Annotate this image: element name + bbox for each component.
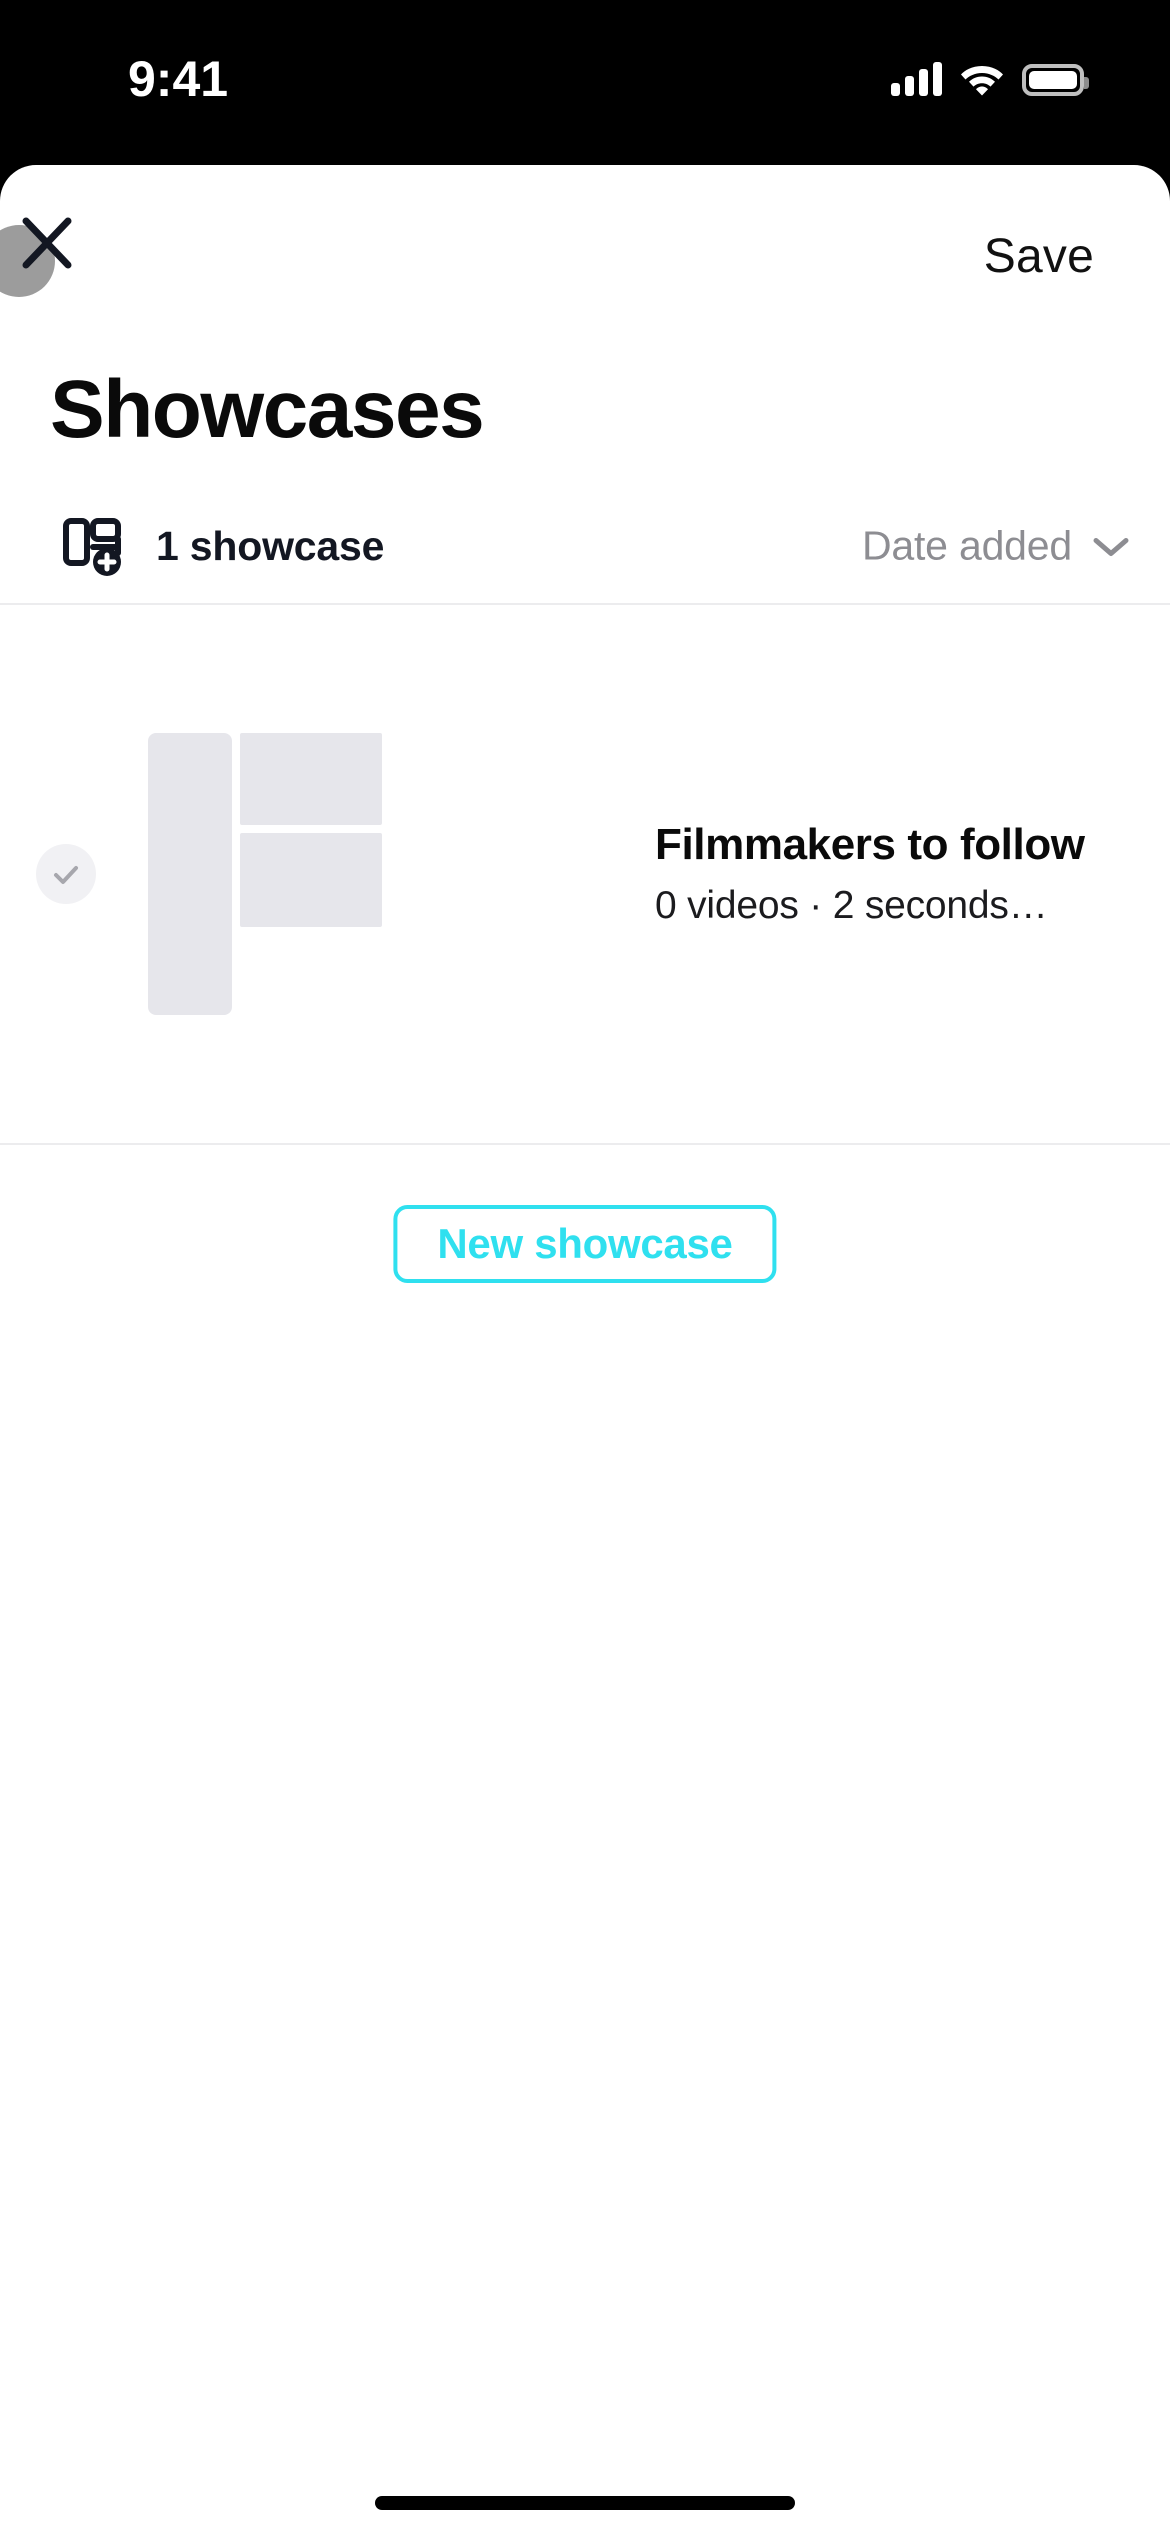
new-showcase-layout-icon: [63, 518, 121, 576]
showcase-title: Filmmakers to follow: [655, 820, 1085, 869]
showcase-subtitle: 0 videos · 2 seconds…: [655, 884, 1048, 927]
thumbnail-placeholder-top: [240, 733, 382, 825]
check-icon: [54, 866, 78, 884]
sort-control[interactable]: Date added: [862, 523, 1130, 570]
close-icon[interactable]: [16, 203, 96, 283]
page-title: Showcases: [50, 364, 485, 455]
showcase-count-group: 1 showcase: [62, 515, 384, 577]
divider-bottom: [0, 1143, 1170, 1145]
new-showcase-button-label: New showcase: [437, 1220, 733, 1267]
sort-label: Date added: [861, 522, 1072, 569]
showcase-list-item[interactable]: Filmmakers to follow 0 videos · 2 second…: [0, 605, 1170, 1143]
status-bar-time: 9:41: [128, 51, 229, 107]
chevron-down-icon[interactable]: [1092, 534, 1130, 558]
battery-icon: [1022, 64, 1089, 96]
thumbnail-placeholder-bottom: [240, 833, 382, 927]
phone-screen: 9:41 Save Showcases 1 showcase Date adde…: [0, 0, 1170, 2532]
wifi-icon: [961, 66, 1003, 96]
status-bar: 9:41: [0, 0, 1170, 165]
thumbnail-placeholder-side-group: [240, 733, 382, 1015]
status-bar-icons: [891, 56, 1089, 96]
showcase-select-checkbox[interactable]: [36, 844, 96, 904]
showcase-text-group: Filmmakers to follow 0 videos · 2 second…: [655, 820, 1125, 928]
cellular-signal-icon: [891, 62, 942, 96]
sheet-top-bar: Save: [0, 207, 1170, 317]
save-button[interactable]: Save: [984, 229, 1094, 284]
thumbnail-placeholder-main: [148, 733, 232, 1015]
modal-sheet: Save Showcases 1 showcase Date added Fil…: [0, 165, 1170, 2532]
showcase-thumbnail-group: [148, 733, 382, 1015]
new-showcase-button[interactable]: New showcase: [393, 1205, 777, 1283]
showcase-meta-row: 1 showcase Date added: [0, 490, 1170, 602]
showcase-count-label: 1 showcase: [156, 522, 385, 569]
home-indicator: [375, 2496, 795, 2510]
